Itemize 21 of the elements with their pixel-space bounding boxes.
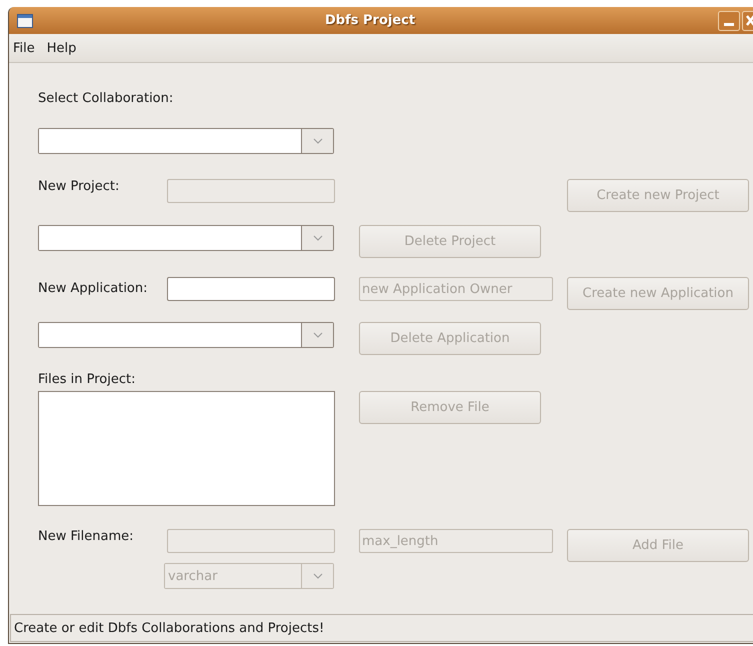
close-icon[interactable] <box>742 10 753 30</box>
field-label: Select Collaboration: <box>38 91 174 106</box>
project-dropdown[interactable] <box>38 225 334 251</box>
field-label: New Project: <box>38 179 120 194</box>
window-title: Dbfs Project <box>325 13 416 28</box>
chevron-icon <box>312 573 322 579</box>
application-name-field[interactable] <box>167 277 335 301</box>
collaboration-dropdown[interactable] <box>38 128 334 154</box>
menu-item[interactable]: Help <box>44 38 84 58</box>
field-label: New Application: <box>38 280 148 296</box>
status-bar: Create or edit Dbfs Collaborations and Projects! <box>10 614 753 642</box>
file-list[interactable] <box>38 391 335 506</box>
chevron-icon <box>312 332 322 338</box>
application-dropdown[interactable] <box>38 322 334 348</box>
chevron-icon <box>312 138 322 144</box>
minimize-icon[interactable] <box>718 10 740 30</box>
menu-item[interactable]: File <box>10 38 42 58</box>
window-icon <box>17 14 33 28</box>
chevron-icon <box>312 235 322 241</box>
field-label: New Filename: <box>38 529 134 544</box>
field-label: Files in Project: <box>38 372 136 387</box>
